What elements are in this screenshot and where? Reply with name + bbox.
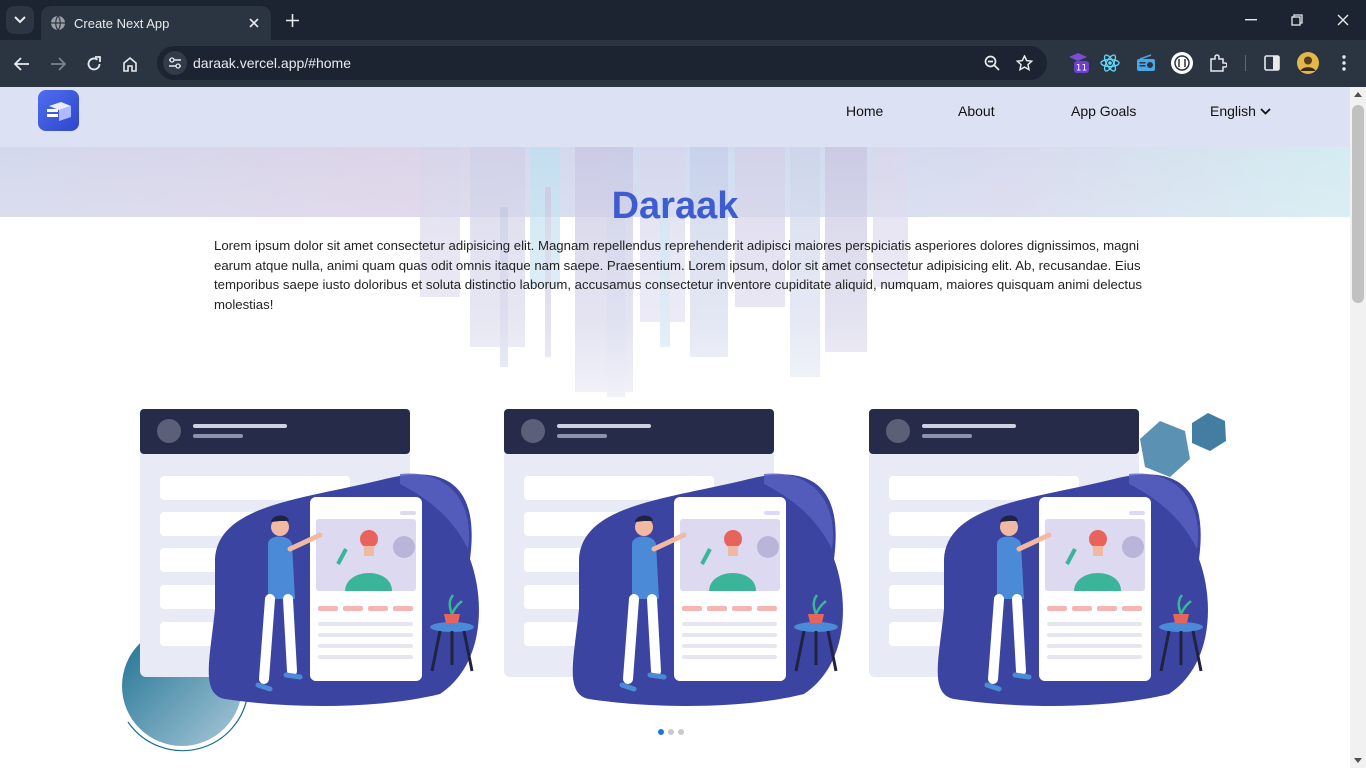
carousel-dot-2[interactable] [668,729,674,735]
active-tab[interactable]: Create Next App [41,6,271,40]
forward-button[interactable] [46,52,70,76]
profile-avatar[interactable] [1296,51,1320,75]
browser-menu-icon[interactable] [1332,51,1356,75]
plus-icon [285,13,299,27]
scroll-down-arrow-icon[interactable] [1354,758,1362,763]
home-icon [123,56,137,72]
browser-toolbar: daraak.vercel.app/#home 11 [0,40,1366,87]
scroll-up-arrow-icon[interactable] [1354,92,1362,97]
daraak-logo[interactable] [38,90,79,131]
close-window-button[interactable] [1331,8,1355,32]
arrow-left-icon [14,57,29,71]
new-tab-button[interactable] [282,10,302,30]
language-label: English [1210,103,1256,119]
reload-button[interactable] [82,52,106,76]
back-button[interactable] [10,52,34,76]
side-panel-icon[interactable] [1260,51,1284,75]
minimize-icon [1245,19,1257,21]
extensions-puzzle-icon[interactable] [1206,51,1230,75]
tab-title: Create Next App [74,15,170,31]
chevron-down-icon [1260,107,1271,115]
circle-extension-icon[interactable] [1170,51,1194,75]
carousel-slide-1 [140,409,485,709]
react-devtools-icon[interactable] [1098,51,1122,75]
url-text: daraak.vercel.app/#home [193,55,351,71]
carousel-slide-2 [504,409,849,709]
browser-tab-strip: Create Next App [0,0,1366,40]
tune-icon [169,57,181,69]
close-icon [1337,14,1349,26]
tab-search-button[interactable] [6,6,34,34]
restore-icon [1291,14,1303,26]
tab-close-icon[interactable] [245,14,263,32]
carousel-slide-3 [869,409,1214,709]
nav-home-link[interactable]: Home [846,103,883,119]
toolbar-separator [1245,55,1246,71]
arrow-right-icon [51,57,66,71]
nav-about-link[interactable]: About [958,103,995,119]
language-selector[interactable]: English [1210,103,1271,119]
radio-extension-icon[interactable] [1134,51,1158,75]
carousel-dot-1[interactable] [658,729,664,735]
restore-button[interactable] [1285,8,1309,32]
chevron-down-icon [14,16,26,24]
svg-text:11: 11 [1076,64,1087,74]
zoom-icon[interactable] [983,54,1001,72]
site-info-button[interactable] [163,51,187,75]
page-viewport: Home About App Goals English Daraak Lore… [0,87,1350,768]
reload-icon [87,56,101,71]
carousel-dot-3[interactable] [678,729,684,735]
globe-icon [50,15,66,31]
hero-title: Daraak [611,185,739,227]
carousel-pagination [658,729,684,735]
minimize-button[interactable] [1239,8,1263,32]
logo-cube-icon [46,101,71,121]
bookmark-star-icon[interactable] [1015,54,1033,72]
nav-app-goals-link[interactable]: App Goals [1071,103,1136,119]
page-scrollbar[interactable] [1350,87,1366,768]
address-bar[interactable]: daraak.vercel.app/#home [157,46,1047,80]
scrollbar-thumb[interactable] [1352,105,1364,303]
site-header: Home About App Goals English [0,87,1350,147]
home-button[interactable] [118,52,142,76]
hero-description: Lorem ipsum dolor sit amet consectetur a… [214,238,1143,312]
extension-badge-icon[interactable]: 11 [1066,51,1090,75]
